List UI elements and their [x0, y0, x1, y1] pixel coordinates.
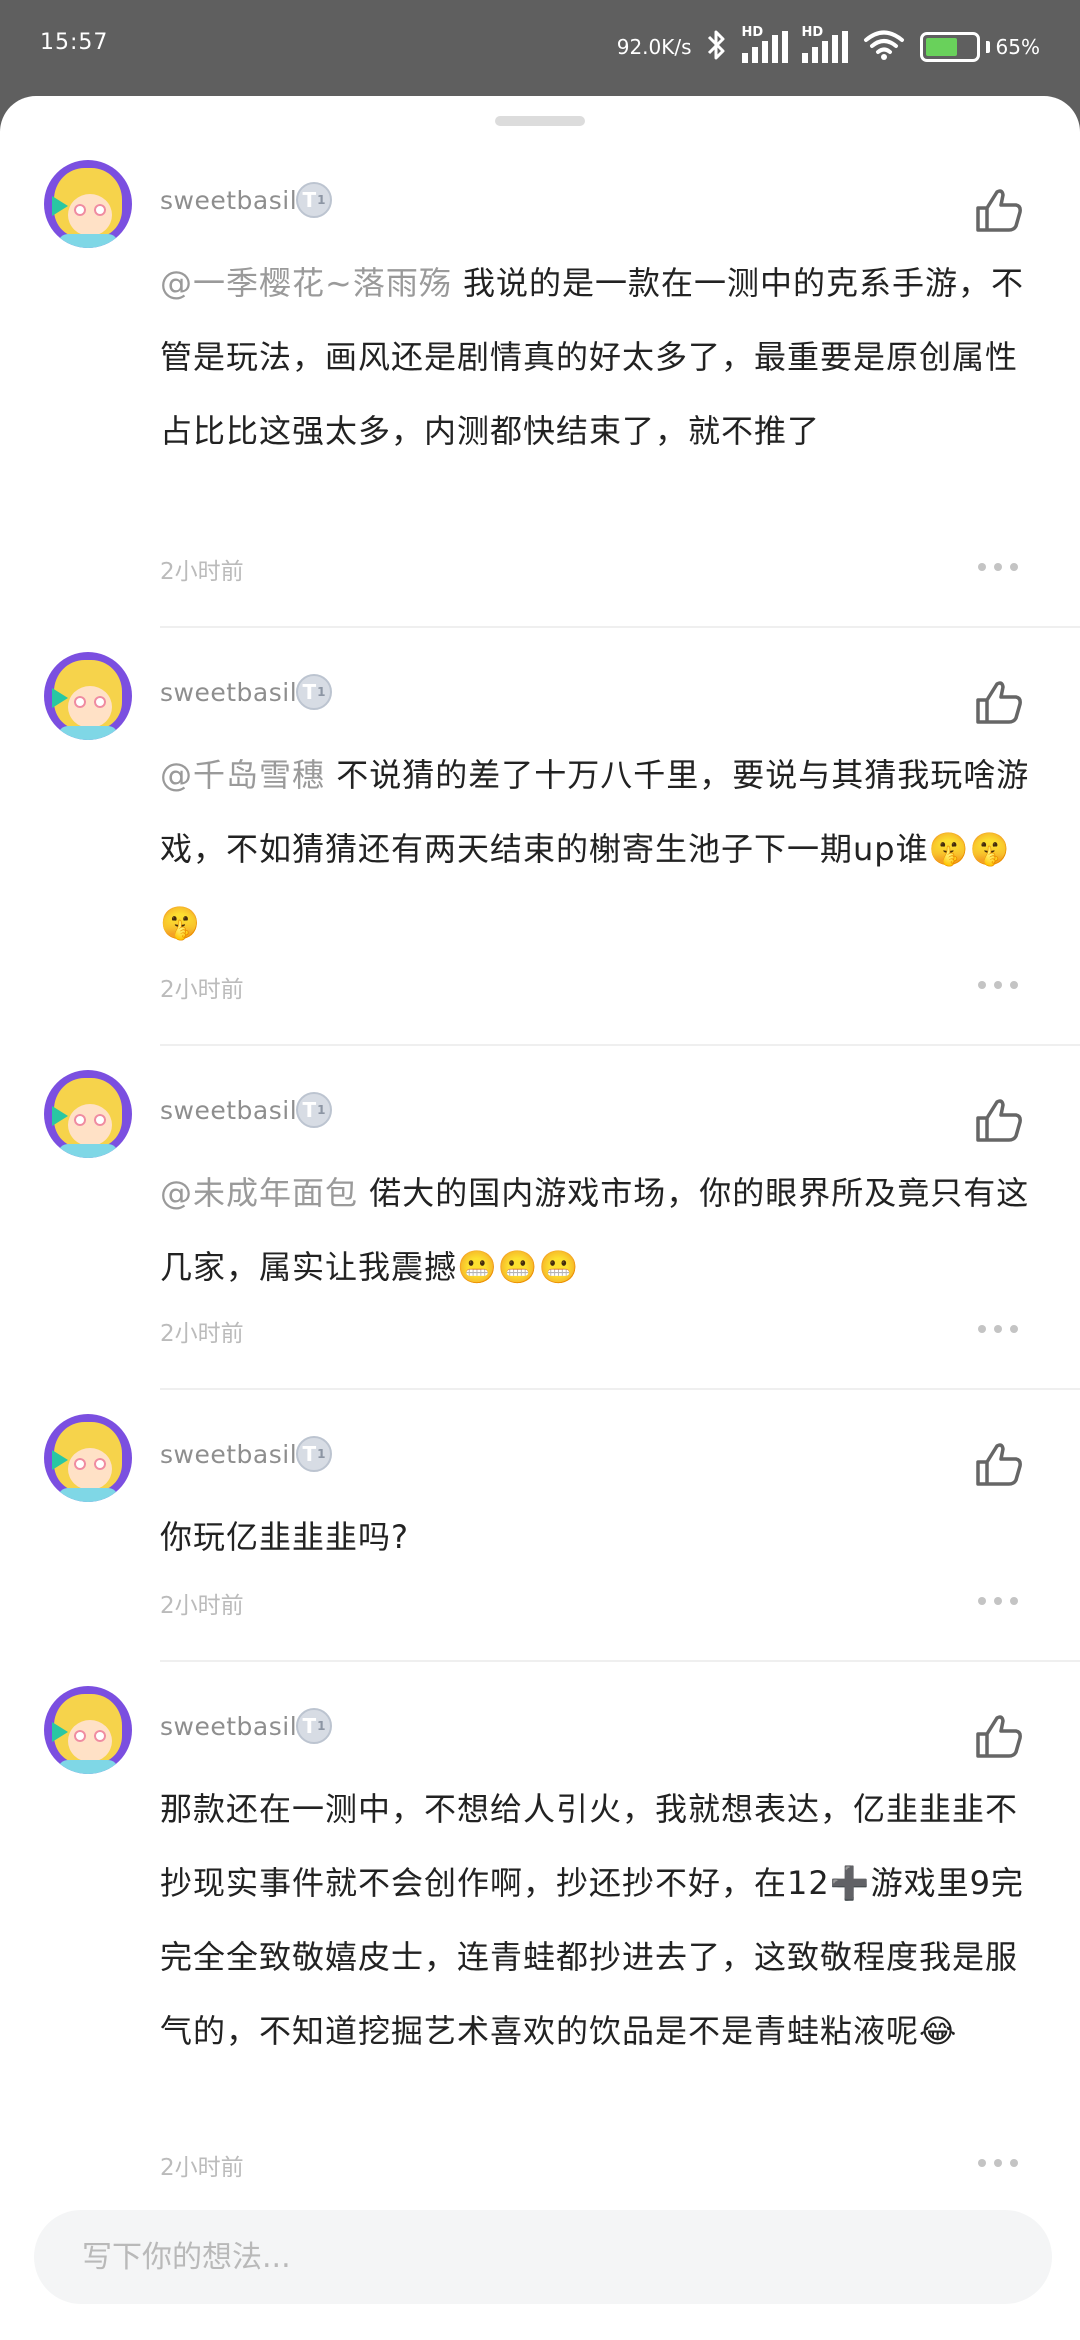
- avatar[interactable]: [44, 1686, 132, 1774]
- mention-link[interactable]: @一季樱花~落雨殇: [160, 264, 452, 302]
- more-dots-icon[interactable]: [978, 1324, 1018, 1334]
- avatar[interactable]: [44, 1414, 132, 1502]
- more-dots-icon[interactable]: [978, 2158, 1018, 2168]
- comment-time: 2小时前: [160, 1593, 244, 1619]
- more-dots-icon[interactable]: [978, 562, 1018, 572]
- status-icons: 92.0K/s HD HD 65%: [617, 22, 1040, 72]
- status-time: 15:57: [40, 30, 109, 55]
- signal-hd-label: HD: [741, 25, 764, 40]
- divider: [160, 1044, 1080, 1046]
- username[interactable]: sweetbasil: [160, 1440, 297, 1469]
- thumbs-up-icon[interactable]: [972, 1710, 1026, 1764]
- comment-text: @千岛雪穗 不说猜的差了十万八千里，要说与其猜我玩啥游戏，不如猜猜还有两天结束的…: [160, 756, 1030, 942]
- comments-sheet: sweetbasil T1 @一季樱花~落雨殇 我说的是一款在一测中的克系手游，…: [0, 96, 1080, 2340]
- divider: [160, 1660, 1080, 1662]
- comment-text: @一季樱花~落雨殇 我说的是一款在一测中的克系手游，不管是玩法，画风还是剧情真的…: [160, 264, 1025, 450]
- battery-indicator: 65%: [919, 32, 1040, 62]
- avatar[interactable]: [44, 652, 132, 740]
- level-badge: T1: [296, 674, 332, 710]
- comment-time: 2小时前: [160, 2155, 244, 2181]
- thumbs-up-icon[interactable]: [972, 676, 1026, 730]
- level-badge: T1: [296, 1708, 332, 1744]
- level-badge: T1: [296, 182, 332, 218]
- status-bar: 15:57 92.0K/s HD HD 65%: [0, 0, 1080, 96]
- signal-icon: HD: [741, 25, 788, 63]
- comment-text: @未成年面包 偌大的国内游戏市场，你的眼界所及竟只有这几家，属实让我震撼😬😬😬: [160, 1174, 1030, 1286]
- thumbs-up-icon[interactable]: [972, 1438, 1026, 1492]
- comment-input[interactable]: [34, 2210, 1052, 2304]
- thumbs-up-icon[interactable]: [972, 184, 1026, 238]
- drag-handle[interactable]: [495, 116, 585, 126]
- level-badge: T1: [296, 1092, 332, 1128]
- thumbs-up-icon[interactable]: [972, 1094, 1026, 1148]
- username[interactable]: sweetbasil: [160, 678, 297, 707]
- username[interactable]: sweetbasil: [160, 186, 297, 215]
- avatar[interactable]: [44, 160, 132, 248]
- comment-text: 你玩亿韭韭韭吗?: [160, 1518, 409, 1556]
- level-badge: T1: [296, 1436, 332, 1472]
- divider: [160, 1388, 1080, 1390]
- divider: [160, 626, 1080, 628]
- battery-icon: [919, 32, 980, 62]
- comment-time: 2小时前: [160, 1321, 244, 1347]
- signal-icon: HD: [801, 25, 848, 63]
- comment-time: 2小时前: [160, 559, 244, 585]
- username[interactable]: sweetbasil: [160, 1712, 297, 1741]
- comment-text: 那款还在一测中，不想给人引火，我就想表达，亿韭韭韭不抄现实事件就不会创作啊，抄还…: [160, 1790, 1024, 2050]
- network-speed: 92.0K/s: [616, 35, 692, 59]
- wifi-icon: [862, 29, 906, 66]
- comment-input-bar: [0, 2180, 1080, 2340]
- battery-percent: 65%: [995, 35, 1040, 59]
- signal-hd-label: HD: [801, 25, 824, 40]
- more-dots-icon[interactable]: [978, 980, 1018, 990]
- mention-link[interactable]: @千岛雪穗: [160, 756, 325, 794]
- more-dots-icon[interactable]: [978, 1596, 1018, 1606]
- mention-link[interactable]: @未成年面包: [160, 1174, 358, 1212]
- avatar[interactable]: [44, 1070, 132, 1158]
- comment-time: 2小时前: [160, 977, 244, 1003]
- username[interactable]: sweetbasil: [160, 1096, 297, 1125]
- bluetooth-icon: [706, 28, 728, 67]
